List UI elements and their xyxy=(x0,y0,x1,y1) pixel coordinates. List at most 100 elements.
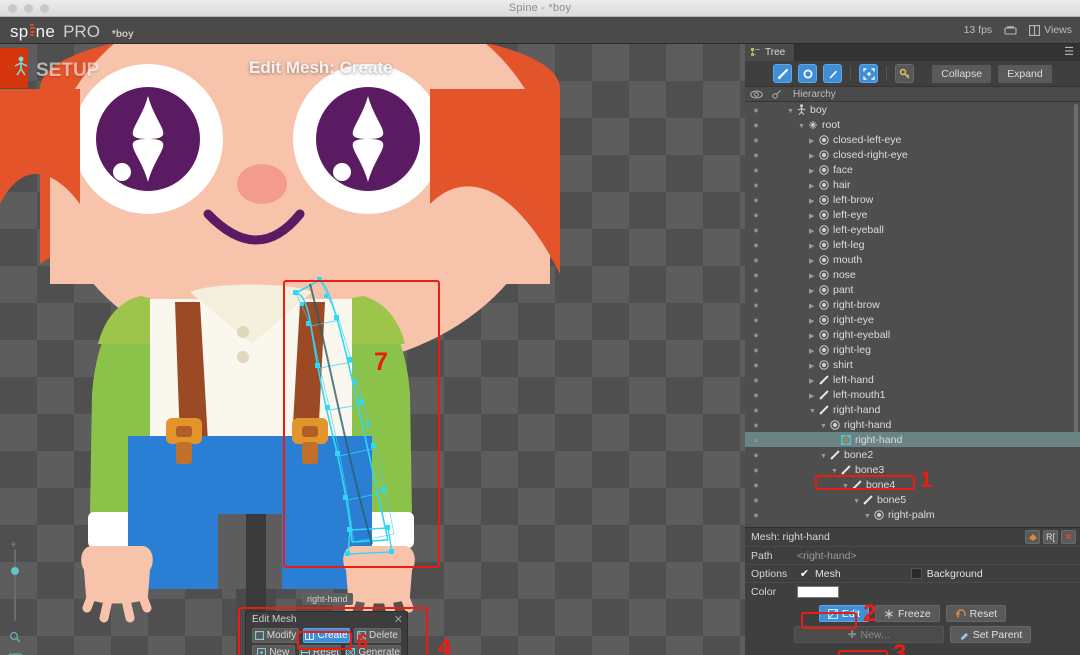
visibility-dot[interactable]: ● xyxy=(745,210,767,220)
chevron-right-icon[interactable]: ▶ xyxy=(809,182,816,190)
tree-row[interactable]: ● ▼ right-hand xyxy=(745,402,1080,417)
visibility-dot[interactable]: ● xyxy=(745,225,767,235)
tree-row-selected[interactable]: ● right-hand xyxy=(745,432,1080,447)
tree-row[interactable]: ● ▶ right-eye xyxy=(745,312,1080,327)
visibility-dot[interactable]: ● xyxy=(745,105,767,115)
selection-toggle[interactable] xyxy=(859,64,879,83)
close-icon[interactable]: ✕ xyxy=(394,613,403,626)
visibility-dot[interactable]: ● xyxy=(745,165,767,175)
edit-mesh-dialog[interactable]: Edit Mesh ✕ Modify Create Delete New Res… xyxy=(245,611,408,655)
visibility-dot[interactable]: ● xyxy=(745,315,767,325)
visibility-dot[interactable]: ● xyxy=(745,285,767,295)
tree-row[interactable]: ● ▶ hair xyxy=(745,177,1080,192)
collapse-button[interactable]: Collapse xyxy=(932,64,992,83)
chevron-right-icon[interactable]: ▶ xyxy=(809,227,816,235)
hamburger-icon[interactable]: ☰ xyxy=(1064,47,1074,58)
visibility-dot[interactable]: ● xyxy=(745,495,767,505)
bones-toggle[interactable] xyxy=(773,64,793,83)
reset-mesh-button[interactable]: Reset xyxy=(298,645,342,655)
visibility-dot[interactable]: ● xyxy=(745,270,767,280)
zoom-slider-track[interactable] xyxy=(14,549,16,621)
visibility-dot[interactable]: ● xyxy=(745,375,767,385)
visibility-dot[interactable]: ● xyxy=(745,135,767,145)
freeze-button[interactable]: Freeze xyxy=(874,605,940,622)
options-background-checkbox[interactable]: Background xyxy=(910,568,983,580)
zoom-slider-knob[interactable] xyxy=(11,567,19,575)
expand-button[interactable]: Expand xyxy=(998,64,1052,83)
tree-row[interactable]: ● ▶ face xyxy=(745,162,1080,177)
visibility-dot[interactable]: ● xyxy=(745,450,767,460)
visibility-dot[interactable]: ● xyxy=(745,465,767,475)
tree-row[interactable]: ● ▶ left-eyeball xyxy=(745,222,1080,237)
tree-row[interactable]: ● ▼ right-palm xyxy=(745,507,1080,522)
tree-row[interactable]: ● ▼ root xyxy=(745,117,1080,132)
chevron-down-icon[interactable]: ▼ xyxy=(842,483,849,490)
tree-row[interactable]: ● ▶ left-brow xyxy=(745,192,1080,207)
chevron-down-icon[interactable]: ▼ xyxy=(831,468,838,475)
tree-row[interactable]: ● ▶ right-leg xyxy=(745,342,1080,357)
tree-row[interactable]: ● ▼ bone2 xyxy=(745,447,1080,462)
tree-row[interactable]: ● ▼ bone4 xyxy=(745,477,1080,492)
filter-toggle[interactable] xyxy=(895,64,915,83)
chevron-right-icon[interactable]: ▶ xyxy=(809,242,816,250)
visibility-dot[interactable]: ● xyxy=(745,480,767,490)
zoom-slider[interactable]: + xyxy=(8,537,22,621)
tab-tree[interactable]: Tree xyxy=(745,44,796,61)
chevron-right-icon[interactable]: ▶ xyxy=(809,257,816,265)
tree-row[interactable]: ● ▼ boy xyxy=(745,102,1080,117)
delete-button[interactable]: ✕ xyxy=(1061,530,1076,544)
tree-row[interactable]: ● ▶ closed-right-eye xyxy=(745,147,1080,162)
visibility-dot[interactable]: ● xyxy=(745,330,767,340)
visibility-dot[interactable]: ● xyxy=(745,390,767,400)
create-button[interactable]: Create xyxy=(303,628,350,643)
tree-row[interactable]: ● ▶ right-eyeball xyxy=(745,327,1080,342)
chevron-down-icon[interactable]: ▼ xyxy=(853,498,860,505)
visibility-dot[interactable]: ● xyxy=(745,360,767,370)
chevron-right-icon[interactable]: ▶ xyxy=(809,272,816,280)
tree-row[interactable]: ● ▶ left-hand xyxy=(745,372,1080,387)
chevron-right-icon[interactable]: ▶ xyxy=(809,212,816,220)
visibility-dot[interactable]: ● xyxy=(745,300,767,310)
visibility-dot[interactable]: ● xyxy=(745,180,767,190)
path-value[interactable]: <right-hand> xyxy=(797,550,1080,562)
tree-row[interactable]: ● ▶ left-leg xyxy=(745,237,1080,252)
modify-button[interactable]: Modify xyxy=(252,628,299,643)
chevron-right-icon[interactable]: ▶ xyxy=(809,302,816,310)
tree-row[interactable]: ● ▶ closed-left-eye xyxy=(745,132,1080,147)
tree-row[interactable]: ● ▼ right-hand xyxy=(745,417,1080,432)
viewport-left-toolstrip[interactable]: + xyxy=(4,537,26,655)
generate-button[interactable]: Generate xyxy=(345,645,402,655)
reset-button[interactable]: Reset xyxy=(945,605,1007,622)
chevron-down-icon[interactable]: ▼ xyxy=(820,423,827,430)
tree-row[interactable]: ● ▼ bone3 xyxy=(745,462,1080,477)
visibility-dot[interactable]: ● xyxy=(745,150,767,160)
tree-row[interactable]: ● ▶ pant xyxy=(745,282,1080,297)
chevron-down-icon[interactable]: ▼ xyxy=(798,123,805,130)
chevron-right-icon[interactable]: ▶ xyxy=(809,197,816,205)
visibility-dot[interactable]: ● xyxy=(745,255,767,265)
chevron-right-icon[interactable]: ▶ xyxy=(809,362,816,370)
tree-row[interactable]: ● ▶ shirt xyxy=(745,357,1080,372)
chevron-right-icon[interactable]: ▶ xyxy=(809,377,816,385)
options-mesh-checkbox[interactable]: ✔ Mesh xyxy=(799,568,841,581)
delete-button[interactable]: Delete xyxy=(354,628,401,643)
tree-row[interactable]: ● ▶ mouth xyxy=(745,252,1080,267)
visibility-dot[interactable]: ● xyxy=(745,510,767,520)
chevron-down-icon[interactable]: ▼ xyxy=(820,453,827,460)
chevron-right-icon[interactable]: ▶ xyxy=(809,392,816,400)
mesh-overlay[interactable] xyxy=(0,44,745,655)
tree-row[interactable]: ● ▶ left-eye xyxy=(745,207,1080,222)
spine-logo[interactable]: sp ne PRO *boy xyxy=(10,22,134,42)
chevron-right-icon[interactable]: ▶ xyxy=(809,152,816,160)
tree-row[interactable]: ● ▶ right-brow xyxy=(745,297,1080,312)
edit-button[interactable]: Edit xyxy=(818,605,869,622)
chevron-right-icon[interactable]: ▶ xyxy=(809,137,816,145)
tree-row[interactable]: ● ▼ bone5 xyxy=(745,492,1080,507)
chevron-right-icon[interactable]: ▶ xyxy=(809,332,816,340)
new-attachment-button[interactable]: ✚ New... xyxy=(793,626,944,643)
rename-button[interactable]: R[ xyxy=(1043,530,1058,544)
tree-row[interactable]: ● ▶ nose xyxy=(745,267,1080,282)
chevron-right-icon[interactable]: ▶ xyxy=(809,317,816,325)
tree-row[interactable]: ● ▶ left-mouth1 xyxy=(745,387,1080,402)
chevron-right-icon[interactable]: ▶ xyxy=(809,287,816,295)
